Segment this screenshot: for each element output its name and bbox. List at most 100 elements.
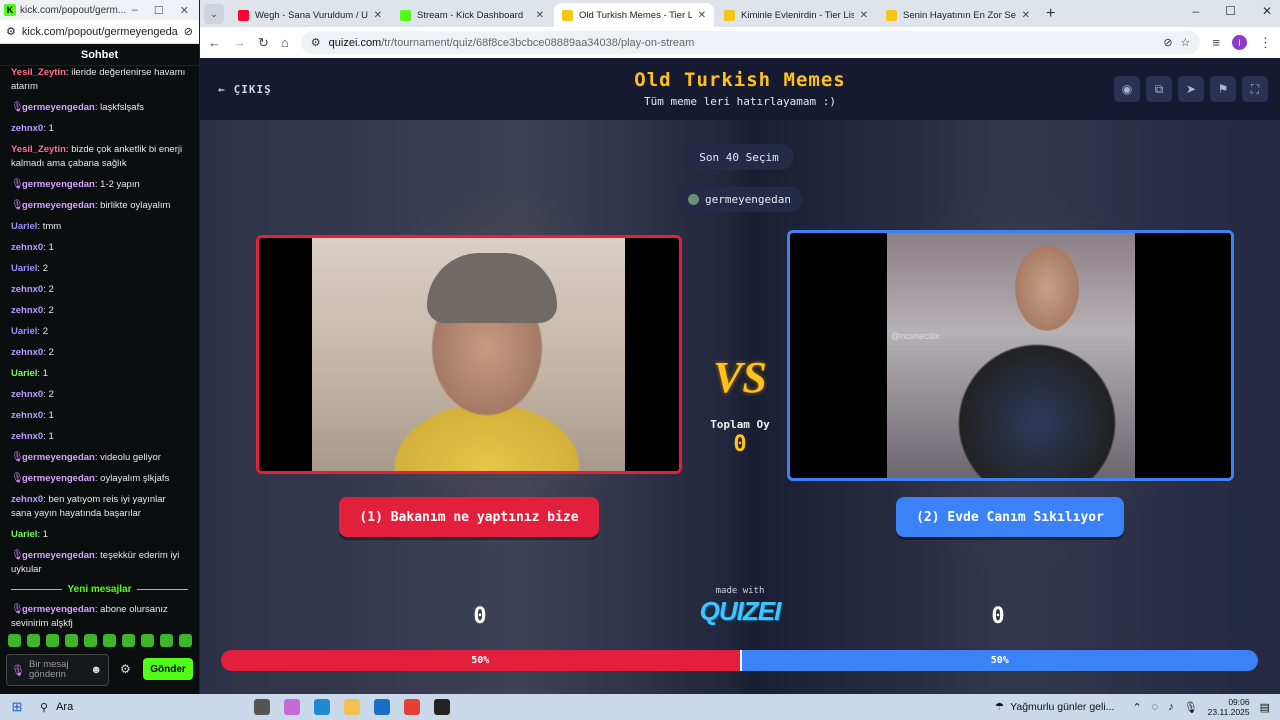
tab-close-icon[interactable]: ✕ xyxy=(1022,10,1030,21)
chat-settings-gear-icon[interactable]: ⚙ xyxy=(120,662,131,676)
emote-icon[interactable] xyxy=(122,634,135,647)
network-icon[interactable]: ◌ xyxy=(1152,701,1159,714)
flag-icon[interactable]: ⚑ xyxy=(1210,76,1236,102)
microphone-icon[interactable]: 🎙 xyxy=(1184,701,1198,714)
copilot-icon[interactable] xyxy=(284,699,300,715)
chat-username[interactable]: zehnx0 xyxy=(11,284,43,295)
reload-icon[interactable]: ↻ xyxy=(258,35,269,51)
chat-username[interactable]: zehnx0 xyxy=(11,242,43,253)
chat-username[interactable]: zehnx0 xyxy=(11,123,43,134)
home-icon[interactable]: ⌂ xyxy=(281,35,289,50)
tab-close-icon[interactable]: ✕ xyxy=(860,10,868,21)
vote-option-left-button[interactable]: (1) Bakanım ne yaptınız bize xyxy=(339,497,599,537)
site-info-icon[interactable]: ⚙ xyxy=(6,25,16,38)
chat-text: 1 xyxy=(42,529,48,540)
popout-url[interactable]: kick.com/popout/germeyengedan... xyxy=(22,26,178,38)
quizei-logo[interactable]: QUIZEI xyxy=(690,596,790,627)
chat-username[interactable]: Uariel xyxy=(11,221,37,232)
chat-username[interactable]: Yesil_Zeytin xyxy=(11,67,66,78)
window-maximize-icon[interactable]: ☐ xyxy=(1225,4,1236,18)
back-arrow-icon[interactable]: ← xyxy=(208,35,221,50)
close-icon[interactable]: ✕ xyxy=(180,4,189,17)
browser-tab[interactable]: Senin Hayatının En Zor Seçimi ✕ xyxy=(878,3,1038,27)
maximize-icon[interactable]: ☐ xyxy=(154,4,164,17)
bookmark-star-icon[interactable]: ☆ xyxy=(1181,36,1191,49)
tray-chevron-icon[interactable]: ⌃ xyxy=(1132,701,1141,714)
emote-icon[interactable] xyxy=(179,634,192,647)
tab-favicon-icon xyxy=(400,9,411,21)
eye-icon[interactable]: ◉ xyxy=(1114,76,1140,102)
new-tab-plus-icon[interactable]: + xyxy=(1046,5,1055,23)
vote-option-right-button[interactable]: (2) Evde Canım Sıkılıyor xyxy=(896,497,1124,537)
tab-close-icon[interactable]: ✕ xyxy=(698,10,706,21)
minimize-icon[interactable]: – xyxy=(132,4,138,17)
notification-icon[interactable]: ▤ xyxy=(1260,701,1270,714)
emote-icon[interactable] xyxy=(8,634,21,647)
chat-username[interactable]: Uariel xyxy=(11,368,37,379)
emote-icon[interactable] xyxy=(65,634,78,647)
task-view-icon[interactable] xyxy=(254,699,270,715)
site-settings-icon[interactable]: ⚙ xyxy=(311,36,321,49)
emote-icon[interactable] xyxy=(84,634,97,647)
chat-username[interactable]: germeyengedan xyxy=(22,200,95,211)
weather-widget[interactable]: ☂ Yağmurlu günler geli... xyxy=(995,701,1115,713)
chat-username[interactable]: zehnx0 xyxy=(11,410,43,421)
option-right-video[interactable]: @ncsnectlix xyxy=(787,230,1234,481)
fullscreen-icon[interactable]: ⛶ xyxy=(1242,76,1268,102)
chat-username[interactable]: zehnx0 xyxy=(11,347,43,358)
tab-close-icon[interactable]: ✕ xyxy=(536,10,544,21)
window-close-icon[interactable]: ✕ xyxy=(1262,4,1272,18)
share-link-icon[interactable]: ⧉ xyxy=(1146,76,1172,102)
chat-message-input[interactable]: 🎙 Bir mesaj gönderin ☻ xyxy=(6,654,109,686)
windows-start-icon[interactable]: ⊞ xyxy=(0,699,34,715)
browser-tab[interactable]: Old Turkish Memes - Tier List ✕ xyxy=(554,3,714,27)
chat-message: Uariel: 1 xyxy=(11,529,48,540)
option-left-video[interactable] xyxy=(256,235,682,474)
tab-search-chevron-icon[interactable]: ⌄ xyxy=(204,4,224,24)
emote-icon[interactable] xyxy=(160,634,173,647)
chat-username[interactable]: Uariel xyxy=(11,263,37,274)
chat-username[interactable]: zehnx0 xyxy=(11,494,43,505)
browser-tab[interactable]: Wegh - Sana Vuruldum / Ulubatlı ✕ xyxy=(230,3,390,27)
chat-username[interactable]: Uariel xyxy=(11,529,37,540)
app-icon[interactable] xyxy=(434,699,450,715)
chat-username[interactable]: germeyengedan xyxy=(22,550,95,561)
volume-icon[interactable]: ♪ xyxy=(1168,701,1174,714)
chat-username[interactable]: germeyengedan xyxy=(22,604,95,615)
emote-icon[interactable] xyxy=(141,634,154,647)
taskbar-search[interactable]: ⚲ Ara xyxy=(34,701,214,714)
emoji-picker-icon[interactable]: ☻ xyxy=(90,664,102,676)
forward-arrow-icon[interactable]: → xyxy=(233,35,246,50)
chat-username[interactable]: germeyengedan xyxy=(22,473,95,484)
emote-icon[interactable] xyxy=(27,634,40,647)
outlook-icon[interactable] xyxy=(374,699,390,715)
clock[interactable]: 09:06 23.11.2025 xyxy=(1208,697,1250,717)
chat-username[interactable]: germeyengedan xyxy=(22,179,95,190)
send-button[interactable]: Gönder xyxy=(143,658,193,680)
chat-username[interactable]: germeyengedan xyxy=(22,102,95,113)
browser-tab[interactable]: Stream - Kick Dashboard ✕ xyxy=(392,3,552,27)
chat-username[interactable]: germeyengedan xyxy=(22,452,95,463)
chat-message: Uariel: 2 xyxy=(11,326,48,337)
edge-icon[interactable] xyxy=(314,699,330,715)
emote-icon[interactable] xyxy=(103,634,116,647)
chat-username[interactable]: Uariel xyxy=(11,326,37,337)
eye-off-icon[interactable]: ⊘ xyxy=(184,25,193,38)
menu-kebab-icon[interactable]: ⋮ xyxy=(1259,35,1272,51)
chat-username[interactable]: Yesil_Zeytin xyxy=(11,144,66,155)
omnibox[interactable]: ⚙ quizei.com/tr/tournament/quiz/68f8ce3b… xyxy=(300,31,1201,54)
browser-tab[interactable]: Kiminle Evlenirdin - Tier List | Kick ✕ xyxy=(716,3,876,27)
window-minimize-icon[interactable]: – xyxy=(1192,4,1199,18)
send-icon[interactable]: ➤ xyxy=(1178,76,1204,102)
chat-username[interactable]: zehnx0 xyxy=(11,389,43,400)
tab-close-icon[interactable]: ✕ xyxy=(374,10,382,21)
file-explorer-icon[interactable] xyxy=(344,699,360,715)
chrome-icon[interactable] xyxy=(404,699,420,715)
profile-avatar[interactable]: I xyxy=(1232,35,1247,50)
chat-message-list[interactable]: Yesil_Zeytin: ileride değerlenirse havam… xyxy=(0,66,196,628)
chat-username[interactable]: zehnx0 xyxy=(11,431,43,442)
eye-off-icon[interactable]: ⊘ xyxy=(1163,36,1172,49)
emote-icon[interactable] xyxy=(46,634,59,647)
reading-list-icon[interactable]: ≡ xyxy=(1212,35,1220,50)
chat-username[interactable]: zehnx0 xyxy=(11,305,43,316)
